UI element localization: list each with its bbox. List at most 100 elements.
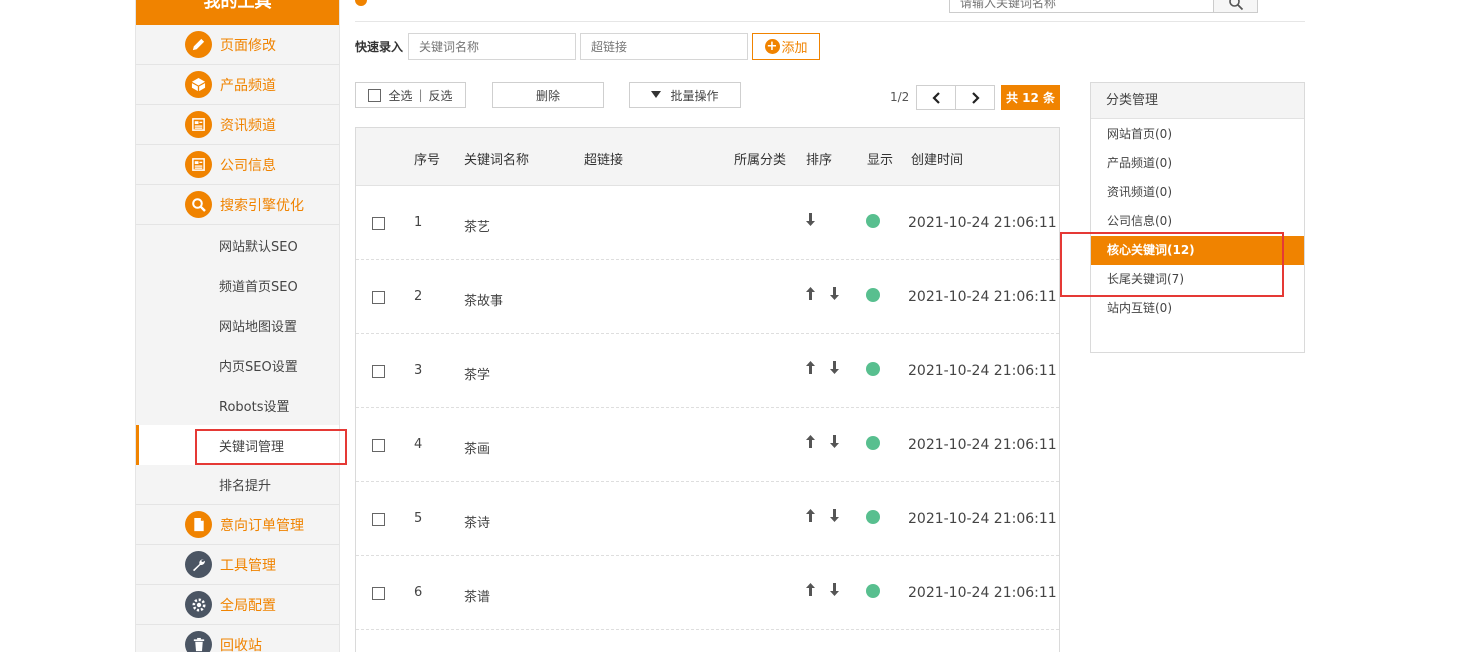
row-created-time: 2021-10-24 21:06:11 <box>908 289 1057 305</box>
sidebar-subitem-inner-seo[interactable]: 内页SEO设置 <box>136 345 339 385</box>
chevron-left-icon <box>931 91 940 104</box>
row-keyword-name: 茶诗 <box>464 516 491 531</box>
sidebar-item-products[interactable]: 产品频道 <box>136 65 339 105</box>
row-checkbox[interactable] <box>372 291 385 304</box>
sidebar: 我的工具 页面修改 产品频道 资讯频道 公司信息 搜索引擎优化 网站默认SEO … <box>135 0 340 652</box>
move-down-icon[interactable] <box>829 583 840 600</box>
batch-operation-dropdown[interactable]: 批量操作 <box>629 82 741 108</box>
page: 我的工具 页面修改 产品频道 资讯频道 公司信息 搜索引擎优化 网站默认SEO … <box>0 0 1480 652</box>
sidebar-subitem-robots[interactable]: Robots设置 <box>136 385 339 425</box>
header-show: 显示 <box>867 153 894 168</box>
row-checkbox[interactable] <box>372 217 385 230</box>
row-created-time: 2021-10-24 21:06:11 <box>908 511 1057 527</box>
move-up-icon[interactable] <box>805 435 816 452</box>
move-down-icon[interactable] <box>829 435 840 452</box>
sidebar-title: 我的工具 <box>136 0 339 25</box>
invert-selection-link[interactable]: 反选 <box>429 87 453 104</box>
move-up-icon[interactable] <box>805 361 816 378</box>
category-item[interactable]: 资讯频道(0) <box>1091 178 1304 207</box>
visible-status-dot[interactable] <box>866 288 880 302</box>
sidebar-item-label: 资讯频道 <box>220 117 276 134</box>
row-index: 2 <box>414 289 423 304</box>
header-created: 创建时间 <box>911 153 964 168</box>
visible-status-dot[interactable] <box>866 214 880 228</box>
sidebar-item-label: 搜索引擎优化 <box>220 197 304 214</box>
gear-icon <box>185 591 212 618</box>
header-keyword-name: 关键词名称 <box>464 153 530 168</box>
move-up-icon[interactable] <box>805 509 816 526</box>
move-down-icon[interactable] <box>829 287 840 304</box>
sidebar-item-seo[interactable]: 搜索引擎优化 <box>136 185 339 225</box>
location-icon <box>355 0 367 6</box>
sidebar-subitem-sitemap[interactable]: 网站地图设置 <box>136 305 339 345</box>
visible-status-dot[interactable] <box>866 510 880 524</box>
search-button[interactable] <box>1213 0 1257 12</box>
total-count-badge: 共 12 条 <box>1001 85 1060 110</box>
newspaper-icon <box>185 111 212 138</box>
move-up-icon[interactable] <box>805 583 816 600</box>
move-down-icon[interactable] <box>829 361 840 378</box>
sidebar-subitem-label: Robots设置 <box>219 399 290 415</box>
row-index: 3 <box>414 363 423 378</box>
breadcrumb <box>355 0 377 6</box>
sidebar-subitem-default-seo[interactable]: 网站默认SEO <box>136 225 339 265</box>
sidebar-subitem-label: 网站地图设置 <box>219 319 298 335</box>
row-checkbox[interactable] <box>372 365 385 378</box>
select-all-link[interactable]: 全选 <box>388 87 412 104</box>
header-index: 序号 <box>414 153 441 168</box>
category-item[interactable]: 站内互链(0) <box>1091 294 1304 323</box>
move-down-icon[interactable] <box>805 213 816 230</box>
row-checkbox[interactable] <box>372 513 385 526</box>
sidebar-subitem-keywords[interactable]: 关键词管理 <box>136 425 339 465</box>
keyword-link-input[interactable] <box>580 33 749 60</box>
sidebar-item-page-edit[interactable]: 页面修改 <box>136 25 339 65</box>
sidebar-item-global-config[interactable]: 全局配置 <box>136 585 339 625</box>
row-index: 1 <box>414 215 423 230</box>
category-item[interactable]: 长尾关键词(7) <box>1091 265 1304 294</box>
sidebar-item-news[interactable]: 资讯频道 <box>136 105 339 145</box>
visible-status-dot[interactable] <box>866 584 880 598</box>
trash-icon <box>185 631 212 652</box>
sidebar-subitem-label: 关键词管理 <box>219 439 285 455</box>
sidebar-subitem-ranking[interactable]: 排名提升 <box>136 465 339 505</box>
header-link: 超链接 <box>584 153 624 168</box>
sidebar-item-orders[interactable]: 意向订单管理 <box>136 505 339 545</box>
sidebar-item-label: 工具管理 <box>220 557 276 574</box>
table-row: 3 茶学 2021-10-24 21:06:11 <box>356 334 1059 408</box>
sidebar-item-tools[interactable]: 工具管理 <box>136 545 339 585</box>
search-icon <box>185 191 212 218</box>
select-toggle-group: 全选 | 反选 <box>355 82 466 108</box>
row-created-time: 2021-10-24 21:06:11 <box>908 363 1057 379</box>
visible-status-dot[interactable] <box>866 436 880 450</box>
sidebar-subitem-label: 网站默认SEO <box>219 239 298 255</box>
separator: | <box>418 88 423 102</box>
sidebar-subitem-channel-seo[interactable]: 频道首页SEO <box>136 265 339 305</box>
category-item[interactable]: 网站首页(0) <box>1091 120 1304 149</box>
sidebar-subitem-label: 频道首页SEO <box>219 279 298 295</box>
category-item[interactable]: 公司信息(0) <box>1091 207 1304 236</box>
keyword-name-input[interactable] <box>408 33 577 60</box>
pencil-icon <box>185 31 212 58</box>
visible-status-dot[interactable] <box>866 362 880 376</box>
category-item[interactable]: 产品频道(0) <box>1091 149 1304 178</box>
category-panel: 分类管理 网站首页(0) 产品频道(0) 资讯频道(0) 公司信息(0) 核心关键词(1… <box>1090 82 1305 353</box>
move-up-icon[interactable] <box>805 287 816 304</box>
row-keyword-name: 茶学 <box>464 368 491 383</box>
row-keyword-name: 茶谱 <box>464 590 491 605</box>
delete-button-label: 删除 <box>535 88 560 103</box>
next-page-button[interactable] <box>955 85 995 110</box>
sidebar-item-recycle[interactable]: 回收站 <box>136 625 339 652</box>
add-keyword-button[interactable]: + 添加 <box>752 33 821 60</box>
category-item[interactable]: 核心关键词(12) <box>1091 236 1304 265</box>
row-checkbox[interactable] <box>372 587 385 600</box>
move-down-icon[interactable] <box>829 509 840 526</box>
sidebar-item-company[interactable]: 公司信息 <box>136 145 339 185</box>
select-all-checkbox[interactable] <box>368 88 382 102</box>
sidebar-subitem-label: 内页SEO设置 <box>219 359 298 375</box>
search-box <box>949 0 1258 13</box>
quick-entry-label: 快速录入 <box>355 40 404 54</box>
prev-page-button[interactable] <box>916 85 956 110</box>
row-checkbox[interactable] <box>372 439 385 452</box>
search-input[interactable] <box>950 0 1213 12</box>
delete-button[interactable]: 删除 <box>492 82 604 108</box>
